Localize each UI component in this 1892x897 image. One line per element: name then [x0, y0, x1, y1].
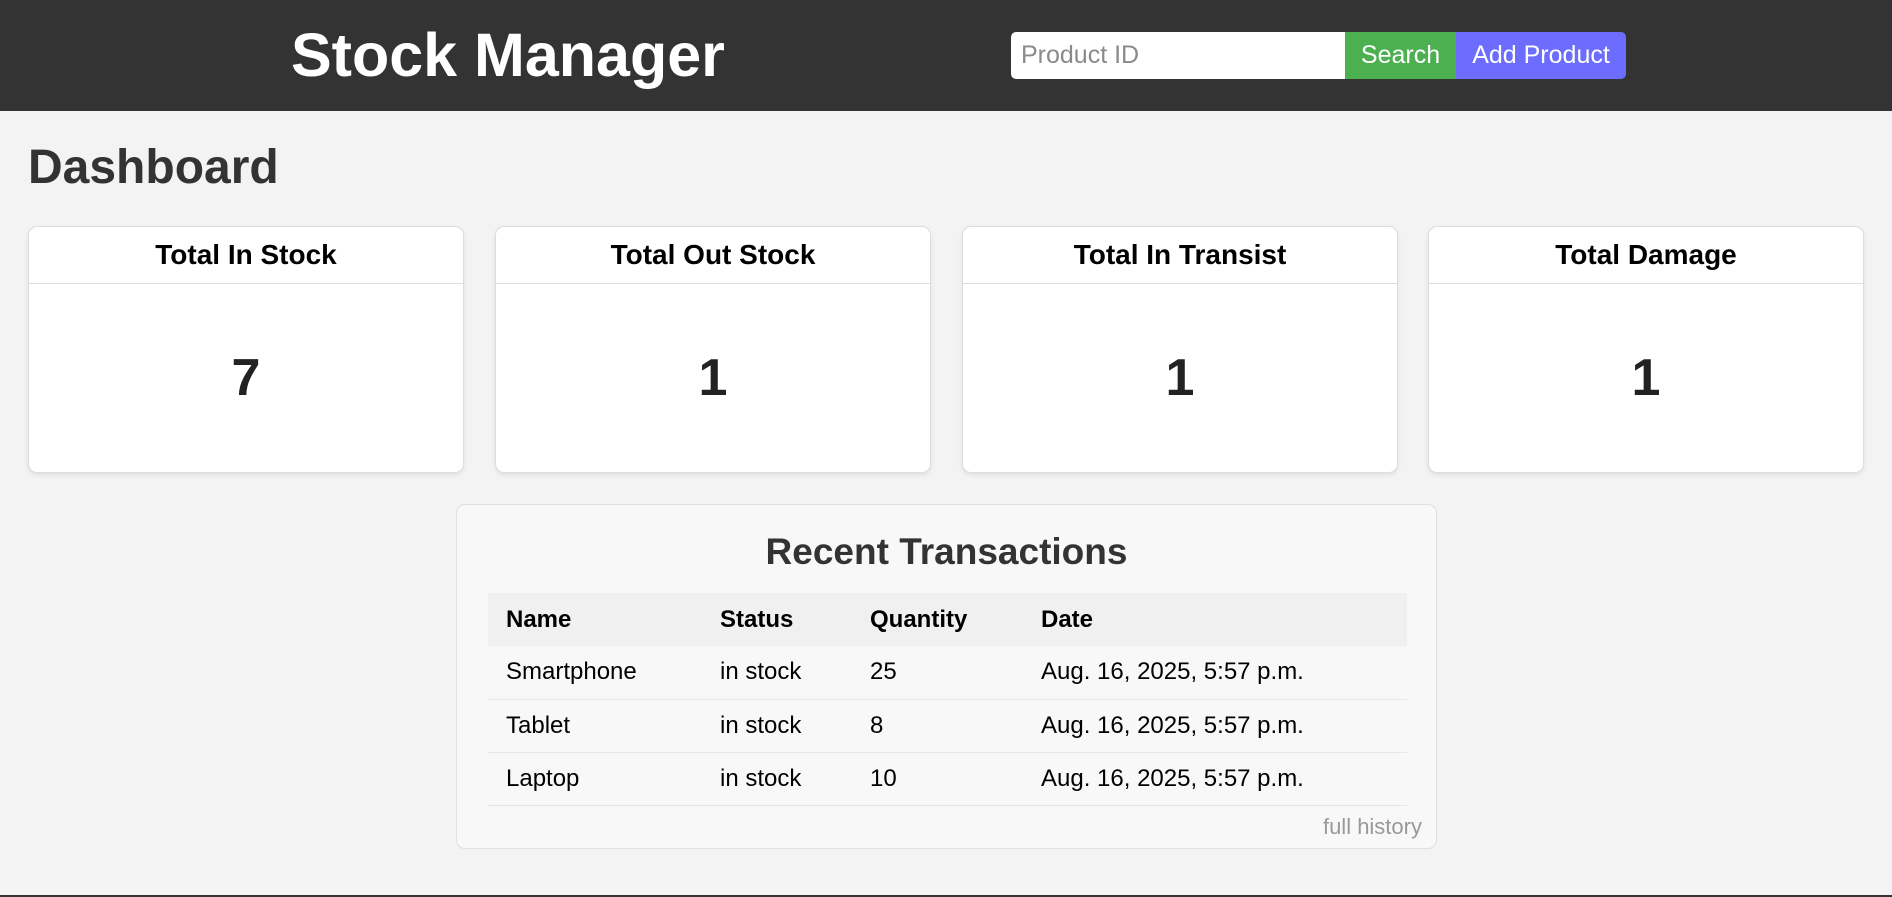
- cell-date: Aug. 16, 2025, 5:57 p.m.: [1041, 764, 1304, 792]
- cell-status: in stock: [720, 764, 802, 792]
- stat-card-label: Total Damage: [1429, 227, 1863, 284]
- cell-quantity: 8: [870, 711, 884, 739]
- table-row: Laptop in stock 10 Aug. 16, 2025, 5:57 p…: [488, 752, 1407, 805]
- full-history-link[interactable]: full history: [1323, 814, 1422, 840]
- cell-status: in stock: [720, 711, 802, 739]
- stat-card-label: Total In Stock: [29, 227, 463, 284]
- stat-card-label: Total Out Stock: [496, 227, 930, 284]
- stat-card-value: 7: [231, 349, 261, 407]
- column-header-date: Date: [1041, 605, 1094, 633]
- table-row: Tablet in stock 8 Aug. 16, 2025, 5:57 p.…: [488, 699, 1407, 752]
- stat-card-damage: Total Damage 1: [1428, 226, 1864, 473]
- cell-name: Tablet: [506, 711, 571, 739]
- stat-card-in-transit: Total In Transist 1: [962, 226, 1398, 473]
- cell-date: Aug. 16, 2025, 5:57 p.m.: [1041, 658, 1304, 686]
- recent-transactions-panel: Recent Transactions Name Status Quantity…: [456, 504, 1437, 849]
- cell-date: Aug. 16, 2025, 5:57 p.m.: [1041, 711, 1304, 739]
- stat-card-in-stock: Total In Stock 7: [28, 226, 464, 473]
- table-row: Smartphone in stock 25 Aug. 16, 2025, 5:…: [488, 646, 1407, 699]
- product-id-search-input[interactable]: [1011, 32, 1345, 79]
- stat-card-value: 1: [698, 349, 728, 407]
- stat-card-out-stock: Total Out Stock 1: [495, 226, 931, 473]
- search-group: Search Add Product: [1011, 32, 1626, 79]
- table-header-row: Name Status Quantity Date: [488, 593, 1407, 646]
- search-button[interactable]: Search: [1345, 32, 1456, 79]
- add-product-button[interactable]: Add Product: [1456, 32, 1626, 79]
- cell-name: Laptop: [506, 764, 580, 792]
- column-header-name: Name: [506, 605, 572, 633]
- recent-transactions-title: Recent Transactions: [765, 531, 1128, 572]
- stat-card-value: 1: [1631, 349, 1661, 407]
- top-bar: Stock Manager Search Add Product: [0, 0, 1892, 111]
- cell-status: in stock: [720, 658, 802, 686]
- column-header-quantity: Quantity: [870, 605, 968, 633]
- transactions-table: Name Status Quantity Date Smartphone in …: [488, 593, 1407, 806]
- stat-card-label: Total In Transist: [963, 227, 1397, 284]
- cell-name: Smartphone: [506, 658, 637, 686]
- column-header-status: Status: [720, 605, 794, 633]
- page-title: Dashboard: [28, 141, 279, 194]
- cell-quantity: 25: [870, 658, 897, 686]
- cell-quantity: 10: [870, 764, 897, 792]
- stat-card-value: 1: [1165, 349, 1195, 407]
- app-title: Stock Manager: [291, 21, 725, 89]
